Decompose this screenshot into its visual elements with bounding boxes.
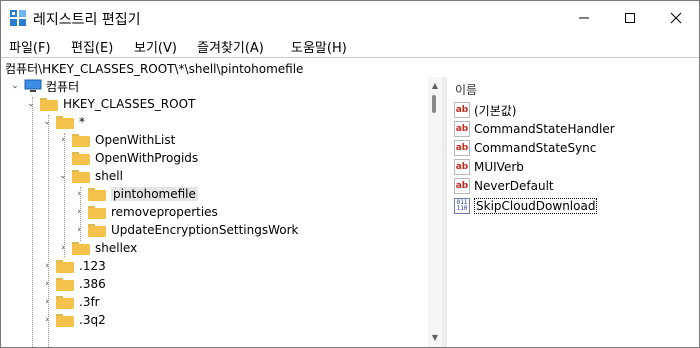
maximize-icon	[625, 13, 635, 23]
collapse-icon[interactable]: ⌄	[41, 116, 53, 128]
open-folder-icon	[88, 187, 106, 201]
value-row[interactable]: ab CommandStateHandler	[454, 120, 615, 138]
address-path[interactable]: 컴퓨터\HKEY_CLASSES_ROOT\*\shell\pintohomef…	[5, 60, 303, 77]
tree-label: shellex	[95, 241, 138, 255]
menu-bar: 파일(F) 편집(E) 보기(V) 즐겨찾기(A) 도움말(H)	[1, 35, 699, 57]
string-value-icon: ab	[454, 102, 470, 118]
close-button[interactable]	[653, 1, 699, 35]
tree-label: .3fr	[79, 295, 100, 309]
tree-item-3q2[interactable]: › .3q2	[41, 311, 106, 329]
address-bar[interactable]: 컴퓨터\HKEY_CLASSES_ROOT\*\shell\pintohomef…	[1, 57, 699, 78]
tree-item-updateencryption[interactable]: › UpdateEncryptionSettingsWork	[73, 221, 299, 239]
value-row[interactable]: ab (기본값)	[454, 101, 516, 119]
tree-label: UpdateEncryptionSettingsWork	[111, 223, 299, 237]
folder-icon	[72, 169, 90, 183]
expand-icon[interactable]: ›	[41, 314, 53, 326]
collapse-icon[interactable]: ⌄	[57, 170, 69, 182]
minimize-icon	[579, 17, 589, 19]
folder-icon	[56, 259, 74, 273]
window-title: 레지스트리 편집기	[33, 12, 141, 28]
tree-item-removeproperties[interactable]: › removeproperties	[73, 203, 218, 221]
key-tree[interactable]: ⌄ 컴퓨터 ⌄ HKEY_CLASSES_ROOT ⌄ * › OpenWith…	[1, 77, 442, 347]
expand-icon[interactable]: ›	[41, 260, 53, 272]
tree-label: .3q2	[79, 313, 106, 327]
minimize-button[interactable]	[561, 1, 607, 35]
value-name: NeverDefault	[474, 179, 554, 193]
value-name: MUIVerb	[474, 160, 524, 174]
column-header-name[interactable]: 이름	[455, 81, 477, 98]
tree-item-123[interactable]: › .123	[41, 257, 106, 275]
folder-icon	[56, 115, 74, 129]
tree-item-shell[interactable]: ⌄ shell	[57, 167, 123, 185]
menu-help[interactable]: 도움말(H)	[291, 37, 347, 56]
string-value-icon: ab	[454, 159, 470, 175]
tree-label: removeproperties	[111, 205, 218, 219]
expand-icon[interactable]: ›	[73, 224, 85, 236]
tree-item-shellex[interactable]: › shellex	[57, 239, 137, 257]
string-value-icon: ab	[454, 121, 470, 137]
close-icon	[670, 12, 682, 24]
expand-icon[interactable]: ›	[41, 278, 53, 290]
expand-icon[interactable]: ›	[73, 206, 85, 218]
folder-icon	[72, 133, 90, 147]
binary-value-icon: 011 110	[454, 198, 470, 214]
title-bar[interactable]: 레지스트리 편집기	[1, 1, 699, 35]
tree-item-386[interactable]: › .386	[41, 275, 106, 293]
value-row[interactable]: ab MUIVerb	[454, 158, 524, 176]
scroll-down-icon[interactable]: ▼	[430, 333, 440, 343]
computer-icon	[24, 79, 42, 92]
tree-item-star[interactable]: ⌄ *	[41, 113, 85, 131]
folder-icon	[88, 223, 106, 237]
menu-file[interactable]: 파일(F)	[9, 37, 51, 56]
folder-icon	[40, 97, 58, 111]
scrollbar-thumb[interactable]	[432, 95, 436, 113]
tree-label: HKEY_CLASSES_ROOT	[63, 97, 196, 111]
tree-item-hkcr[interactable]: ⌄ HKEY_CLASSES_ROOT	[25, 95, 195, 113]
value-row-selected[interactable]: 011 110 SkipCloudDownload	[454, 197, 598, 215]
tree-label: OpenWithProgids	[95, 151, 199, 165]
tree-item-3fr[interactable]: › .3fr	[41, 293, 100, 311]
tree-label: *	[79, 115, 85, 129]
values-pane[interactable]: 이름 ab (기본값) ab CommandStateHandler ab Co…	[447, 77, 699, 347]
scroll-up-icon[interactable]: ▲	[430, 81, 440, 91]
value-name: SkipCloudDownload	[474, 198, 598, 214]
value-name: CommandStateHandler	[474, 122, 615, 136]
tree-item-openwithprogids[interactable]: OpenWithProgids	[57, 149, 198, 167]
tree-label: .123	[79, 259, 106, 273]
collapse-icon[interactable]: ⌄	[9, 80, 21, 92]
folder-icon	[88, 205, 106, 219]
folder-icon	[56, 313, 74, 327]
folder-icon	[56, 295, 74, 309]
expand-icon[interactable]: ›	[57, 134, 69, 146]
menu-favorites[interactable]: 즐겨찾기(A)	[197, 37, 264, 56]
tree-label: .386	[79, 277, 106, 291]
tree-scrollbar[interactable]	[428, 77, 442, 347]
tree-label: pintohomefile	[111, 187, 198, 201]
expand-icon[interactable]: ›	[73, 188, 85, 200]
tree-label: 컴퓨터	[46, 79, 80, 94]
value-name: CommandStateSync	[474, 141, 597, 155]
value-name: (기본값)	[474, 103, 517, 118]
value-row[interactable]: ab NeverDefault	[454, 177, 554, 195]
tree-label: shell	[95, 169, 123, 183]
tree-label: OpenWithList	[95, 133, 176, 147]
tree-item-computer[interactable]: ⌄ 컴퓨터	[9, 77, 79, 95]
registry-editor-window: 레지스트리 편집기 파일(F) 편집(E) 보기(V) 즐겨찾기(A) 도움말(…	[0, 0, 700, 348]
folder-icon	[72, 151, 90, 165]
folder-icon	[56, 277, 74, 291]
value-row[interactable]: ab CommandStateSync	[454, 139, 596, 157]
registry-editor-icon	[10, 10, 26, 26]
collapse-icon[interactable]: ⌄	[25, 98, 37, 110]
string-value-icon: ab	[454, 140, 470, 156]
maximize-button[interactable]	[607, 1, 653, 35]
menu-edit[interactable]: 편집(E)	[71, 37, 113, 56]
tree-item-pintohomefile[interactable]: › pintohomefile	[73, 185, 198, 203]
string-value-icon: ab	[454, 178, 470, 194]
expand-icon[interactable]: ›	[57, 242, 69, 254]
folder-icon	[72, 241, 90, 255]
menu-view[interactable]: 보기(V)	[134, 37, 177, 56]
expand-icon[interactable]: ›	[41, 296, 53, 308]
tree-item-openwithlist[interactable]: › OpenWithList	[57, 131, 175, 149]
